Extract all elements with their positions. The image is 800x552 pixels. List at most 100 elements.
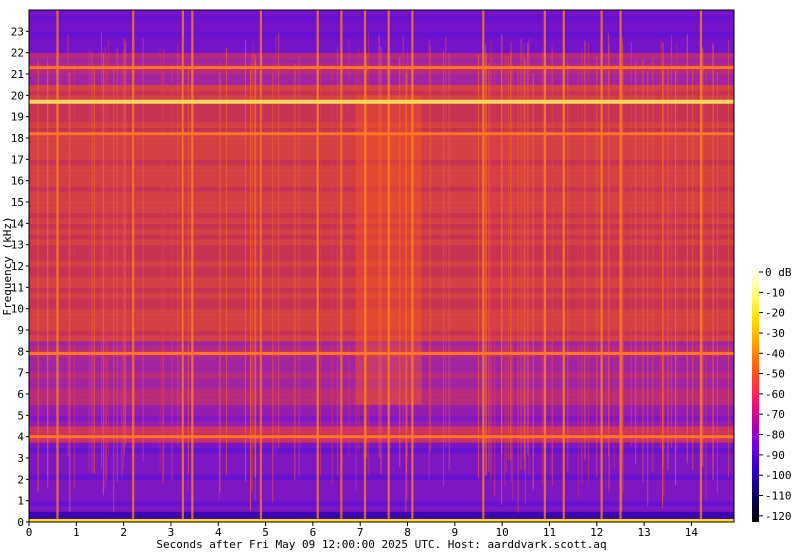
tone-line: [29, 99, 734, 104]
sferic-line: [622, 66, 624, 494]
sferic-line: [122, 49, 124, 471]
y-tick-label: 6: [17, 388, 24, 401]
sferic-line: [523, 43, 525, 459]
sferic-line: [429, 45, 431, 452]
tone-line: [29, 351, 734, 355]
y-tick-label: 18: [11, 132, 24, 145]
plot-area: [28, 9, 735, 523]
y-tick-label: 3: [17, 452, 24, 465]
sferic-line: [448, 53, 450, 470]
colorbar-ticks: 0 dB -10 -20 -30 -40 -50 -60 -70 -80 -90 -100 -110 -…: [759, 266, 792, 523]
sferic-line: [69, 72, 71, 512]
frequency-band: [29, 506, 734, 512]
sferic-line: [527, 43, 529, 455]
sferic-line: [368, 31, 370, 476]
frequency-band: [29, 10, 734, 16]
sferic-line: [91, 51, 93, 473]
sferic-line: [562, 10, 565, 522]
sferic-line: [319, 62, 321, 477]
sferic-line: [613, 66, 615, 470]
sferic-line: [686, 34, 688, 464]
x-axis: 0 1 2 3 4 5 6 7 8 9 10 11 12 13 14: [26, 522, 698, 539]
sferic-line: [355, 58, 357, 491]
colorbar-tick-label: -80: [765, 429, 785, 442]
sferic-line: [37, 60, 39, 492]
sferic-line: [699, 10, 703, 522]
x-tick-label: 13: [637, 526, 650, 539]
y-tick-label: 23: [11, 25, 24, 38]
sferic-line: [294, 63, 296, 481]
sferic-line: [445, 36, 447, 447]
frequency-band: [29, 474, 734, 480]
tone-line: [29, 132, 734, 136]
frequency-band: [29, 484, 734, 491]
sferic-line: [93, 66, 95, 474]
colorbar-tick-label: -100: [765, 469, 792, 482]
sferic-line: [517, 70, 519, 513]
sferic-line: [494, 62, 496, 497]
sferic-line: [366, 52, 368, 459]
sferic-line: [102, 53, 104, 496]
sferic-line: [676, 44, 678, 454]
frequency-band: [29, 495, 734, 502]
sferic-line: [442, 50, 444, 487]
sferic-line: [275, 35, 277, 454]
sferic-line: [596, 56, 598, 478]
sferic-line: [171, 68, 173, 481]
sferic-line: [504, 53, 506, 486]
sferic-line: [181, 46, 183, 470]
spectrogram-chart: 01234567891011121314151617181920212223 0…: [1, 9, 792, 551]
x-tick-label: 0: [26, 526, 33, 539]
sferic-line: [608, 50, 610, 492]
sferic-line: [587, 43, 589, 482]
sferic-line: [226, 47, 228, 476]
tone-line: [29, 435, 734, 439]
sferic-line: [510, 50, 512, 461]
colorbar-tick-label: -120: [765, 510, 792, 523]
colorbar-tick-label: -60: [765, 388, 785, 401]
y-tick-label: 20: [11, 89, 24, 102]
sferic-line: [485, 53, 487, 476]
colorbar-tick-label: -90: [765, 449, 785, 462]
sferic-line: [358, 48, 360, 453]
y-tick-label: 9: [17, 324, 24, 337]
sferic-line: [363, 52, 365, 458]
sferic-line: [331, 65, 333, 485]
x-tick-label: 2: [120, 526, 127, 539]
sferic-line: [405, 68, 407, 473]
colorbar-tick-label: -10: [765, 286, 785, 299]
y-tick-label: 21: [11, 68, 24, 81]
frequency-band: [29, 20, 734, 27]
sferic-line: [163, 49, 165, 482]
sferic-line: [88, 49, 90, 471]
sferic-line: [551, 50, 553, 487]
y-tick-label: 7: [17, 367, 24, 380]
sferic-line: [104, 46, 106, 490]
sferic-line: [218, 60, 220, 500]
y-tick-label: 17: [11, 153, 24, 166]
colorbar-tick-label: -110: [765, 490, 792, 503]
sferic-line: [541, 51, 543, 484]
sferic-line: [407, 49, 409, 457]
sferic-line: [692, 67, 694, 471]
sferic-line: [411, 10, 414, 522]
sferic-line: [567, 61, 569, 472]
colorbar-tick-label: -70: [765, 408, 785, 421]
frequency-band: [29, 36, 734, 43]
sferic-line: [105, 58, 107, 481]
y-axis-label: Frequency (kHz): [1, 216, 14, 315]
sferic-line: [47, 64, 49, 488]
sferic-line: [378, 35, 380, 458]
sferic-line: [250, 69, 252, 511]
frequency-band: [29, 26, 734, 32]
colorbar-gradient: [752, 268, 759, 522]
sferic-line: [278, 32, 280, 449]
y-tick-label: 15: [11, 196, 24, 209]
colorbar-tick-label: -50: [765, 368, 785, 381]
y-tick-label: 4: [17, 431, 24, 444]
sferic-line: [712, 43, 714, 481]
sferic-line: [116, 48, 118, 482]
sferic-line: [251, 53, 253, 491]
sferic-line: [667, 66, 669, 471]
sferic-line: [581, 48, 583, 478]
